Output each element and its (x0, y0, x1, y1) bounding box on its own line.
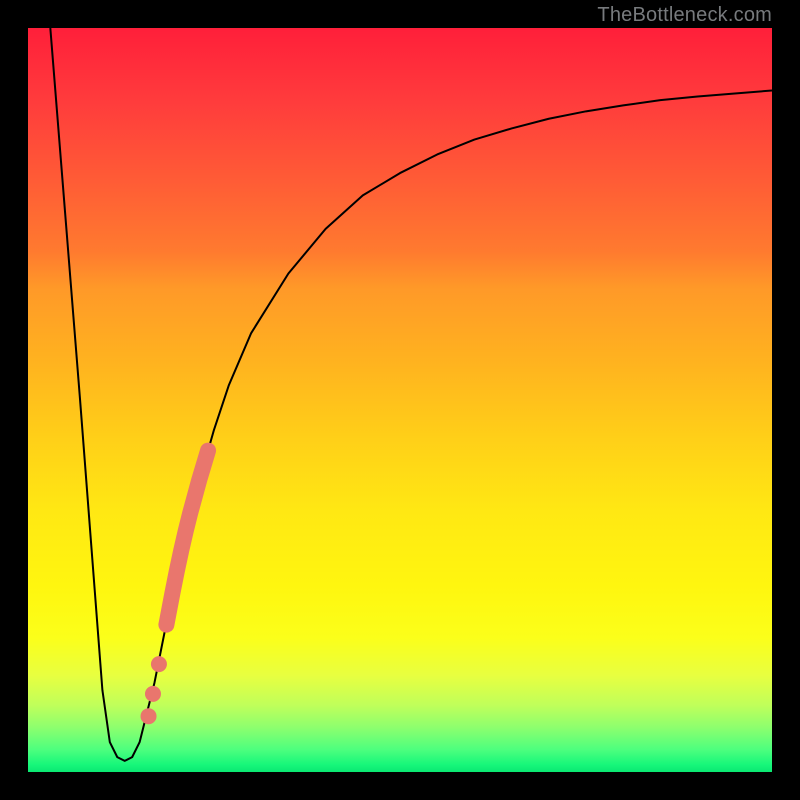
scatter-dot (141, 708, 157, 724)
scatter-dot (151, 656, 167, 672)
plot-area (28, 28, 772, 772)
highlighted-points (141, 451, 209, 725)
watermark-label: TheBottleneck.com (597, 4, 772, 27)
bottleneck-curve (50, 28, 772, 761)
chart-frame: TheBottleneck.com (0, 0, 800, 800)
curve-path (50, 28, 772, 761)
scatter-dot (145, 686, 161, 702)
scatter-band (166, 451, 208, 625)
chart-svg (28, 28, 772, 772)
